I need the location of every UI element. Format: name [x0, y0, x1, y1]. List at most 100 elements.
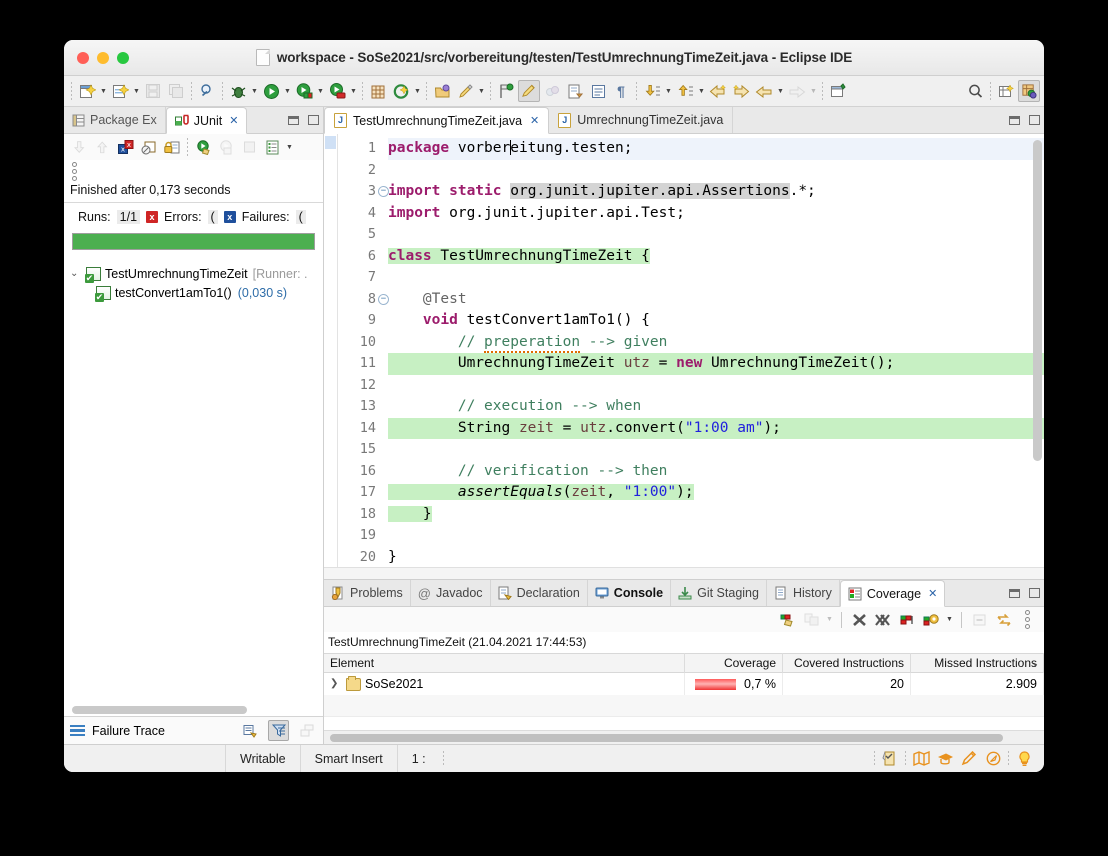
test-run-history-icon[interactable]: [262, 137, 283, 158]
new-java-class-dropdown-arrow[interactable]: ▼: [132, 88, 141, 95]
run-external-tools-icon[interactable]: [326, 80, 348, 102]
toggle-highlight-icon[interactable]: [518, 80, 540, 102]
search-icon[interactable]: [196, 80, 218, 102]
next-annotation-settings-icon[interactable]: [564, 80, 586, 102]
chevron-down-icon[interactable]: ⌄: [70, 268, 86, 279]
junit-tree-horizontal-scrollbar[interactable]: [64, 703, 323, 716]
editor-tab-test[interactable]: J TestUmrechnungTimeZeit.java ✕: [324, 107, 550, 134]
compass-icon[interactable]: [981, 751, 1005, 766]
tab-javadoc[interactable]: @ Javadoc: [411, 580, 491, 606]
navigate-back-dropdown-arrow[interactable]: ▼: [776, 88, 785, 95]
column-header-coverage[interactable]: Coverage: [685, 653, 783, 673]
remove-session-icon[interactable]: [849, 609, 870, 630]
back-to-last-edit-icon[interactable]: [707, 80, 729, 102]
zoom-window-button[interactable]: [117, 51, 129, 64]
open-type-icon[interactable]: [390, 80, 412, 102]
next-annotation-dropdown-arrow[interactable]: ▼: [664, 88, 673, 95]
minimize-bottom-button[interactable]: [1004, 580, 1024, 606]
coverage-run-icon[interactable]: [293, 80, 315, 102]
run-dropdown-arrow[interactable]: ▼: [283, 88, 292, 95]
annotation-ruler[interactable]: [324, 134, 338, 567]
editor-vertical-scrollbar[interactable]: [1033, 138, 1042, 549]
junit-tree-class-row[interactable]: ⌄ TestUmrechnungTimeZeit [Runner: .: [64, 264, 323, 283]
code-text-area[interactable]: package vorbereitung.testen; import stat…: [378, 134, 1044, 567]
debug-dropdown-arrow[interactable]: ▼: [250, 88, 259, 95]
java-perspective-icon[interactable]: [1018, 80, 1040, 102]
tab-junit-close-icon[interactable]: ✕: [229, 114, 238, 127]
coverage-horizontal-scrollbar[interactable]: [324, 730, 1044, 744]
new-window-icon[interactable]: [827, 80, 849, 102]
filter-stack-trace-icon[interactable]: [268, 720, 289, 741]
next-annotation-icon[interactable]: [641, 80, 663, 102]
tab-coverage-close-icon[interactable]: ✕: [928, 587, 937, 600]
editor-status-icon[interactable]: [878, 751, 902, 766]
tab-package-explorer[interactable]: Package Ex: [64, 107, 166, 133]
open-resource-icon[interactable]: [431, 80, 453, 102]
forward-edit-icon[interactable]: [730, 80, 752, 102]
mark-occurrences-icon[interactable]: [454, 80, 476, 102]
show-ignored-only-icon[interactable]: [138, 137, 159, 158]
new-wizard-dropdown-arrow[interactable]: ▼: [99, 88, 108, 95]
minimize-editor-button[interactable]: [1004, 107, 1024, 133]
minimize-window-button[interactable]: [97, 51, 109, 64]
skip-breakpoints-icon[interactable]: [495, 80, 517, 102]
link-with-selection-icon[interactable]: [993, 609, 1014, 630]
mark-occurrences-dropdown-arrow[interactable]: ▼: [477, 88, 486, 95]
column-header-element[interactable]: Element: [324, 653, 685, 673]
coverage-run-dropdown-arrow[interactable]: ▼: [316, 88, 325, 95]
minimize-view-button[interactable]: [283, 107, 303, 133]
editor-tab-test-close-icon[interactable]: ✕: [530, 114, 539, 127]
junit-test-tree[interactable]: ⌄ TestUmrechnungTimeZeit [Runner: . test…: [64, 258, 323, 703]
column-header-covered-instructions[interactable]: Covered Instructions: [783, 653, 911, 673]
junit-tree-method-row[interactable]: testConvert1amTo1() (0,030 s): [64, 283, 323, 302]
tab-problems[interactable]: Problems: [324, 580, 411, 606]
navigate-back-icon[interactable]: [753, 80, 775, 102]
view-menu-icon[interactable]: [72, 161, 77, 181]
rerun-test-icon[interactable]: [193, 137, 214, 158]
previous-annotation-icon[interactable]: [674, 80, 696, 102]
debug-icon[interactable]: [227, 80, 249, 102]
select-session-icon[interactable]: [921, 609, 942, 630]
select-session-dropdown-arrow[interactable]: ▼: [945, 616, 954, 623]
pen-icon[interactable]: [957, 751, 981, 766]
chevron-right-icon[interactable]: ❯: [330, 673, 342, 695]
open-perspective-icon[interactable]: [995, 80, 1017, 102]
new-java-project-icon[interactable]: [367, 80, 389, 102]
remove-all-sessions-icon[interactable]: [873, 609, 894, 630]
scroll-lock-icon[interactable]: [161, 137, 182, 158]
code-editor[interactable]: 1 2 3− 4 5 6 7 8− 9 10 11 12 13 14 15 16: [324, 134, 1044, 567]
view-menu-icon[interactable]: [1017, 609, 1038, 630]
relaunch-coverage-session-icon[interactable]: [777, 609, 798, 630]
close-window-button[interactable]: [77, 51, 89, 64]
pilcrow-icon[interactable]: ¶: [610, 80, 632, 102]
maximize-trace-icon: [296, 720, 317, 741]
run-external-tools-dropdown-arrow[interactable]: ▼: [349, 88, 358, 95]
maximize-bottom-button[interactable]: [1024, 580, 1044, 606]
tab-console[interactable]: Console: [588, 580, 672, 606]
tab-history[interactable]: History: [767, 580, 840, 606]
tab-declaration[interactable]: Declaration: [491, 580, 588, 606]
maximize-view-button[interactable]: [303, 107, 323, 133]
new-wizard-icon[interactable]: [76, 80, 98, 102]
test-run-history-dropdown-arrow[interactable]: ▼: [285, 144, 294, 151]
previous-annotation-dropdown-arrow[interactable]: ▼: [697, 88, 706, 95]
tab-coverage[interactable]: Coverage ✕: [839, 580, 946, 607]
run-icon[interactable]: [260, 80, 282, 102]
quick-access-search-icon[interactable]: [964, 80, 986, 102]
editor-horizontal-scrollbar[interactable]: [324, 567, 1044, 579]
show-whitespace-icon[interactable]: [587, 80, 609, 102]
editor-tab-main[interactable]: J UmrechnungTimeZeit.java: [549, 107, 734, 133]
map-icon[interactable]: [909, 751, 933, 766]
tab-git-staging[interactable]: Git Staging: [671, 580, 767, 606]
tip-of-the-day-icon[interactable]: [1012, 750, 1036, 767]
import-session-icon[interactable]: [897, 609, 918, 630]
show-failures-only-icon[interactable]: xx: [115, 137, 136, 158]
tab-junit[interactable]: JUnit ✕: [165, 107, 248, 134]
maximize-editor-button[interactable]: [1024, 107, 1044, 133]
compare-result-icon[interactable]: [240, 720, 261, 741]
table-row[interactable]: ❯ SoSe2021 0,7 % 20 2.909: [324, 673, 1044, 695]
new-java-class-icon[interactable]: [109, 80, 131, 102]
graduation-cap-icon[interactable]: [933, 751, 957, 766]
open-type-dropdown-arrow[interactable]: ▼: [413, 88, 422, 95]
column-header-missed-instructions[interactable]: Missed Instructions ⌄: [911, 653, 1044, 673]
